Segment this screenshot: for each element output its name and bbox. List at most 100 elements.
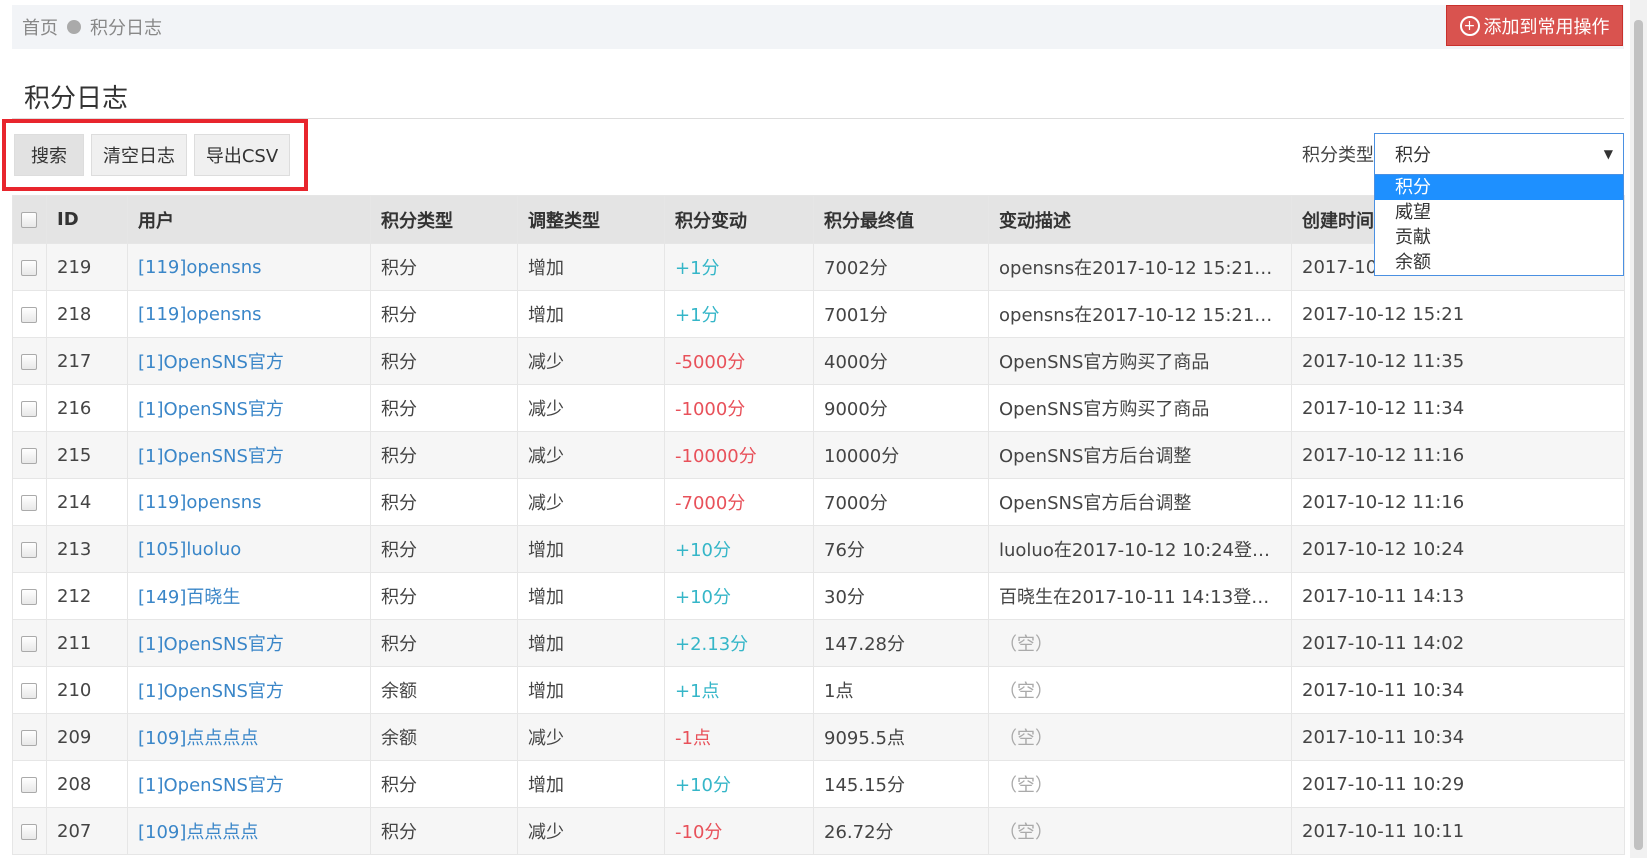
row-select-cell [12, 431, 47, 479]
scrollbar-thumb[interactable] [1634, 20, 1643, 850]
add-to-favorites-label: 添加到常用操作 [1483, 16, 1610, 38]
row-checkbox[interactable] [21, 306, 37, 323]
table-row: 218 [119]opensns 积分 增加 +1分 7001分 opensns在2017-… [12, 290, 1625, 338]
header-user[interactable]: 用户 [127, 195, 371, 244]
cell-score-type: 积分 [370, 243, 518, 291]
user-link[interactable]: [1]OpenSNS官方 [138, 352, 284, 373]
header-final-value[interactable]: 积分最终值 [813, 195, 989, 244]
user-link[interactable]: [109]点点点点 [138, 728, 258, 749]
row-select-cell [12, 760, 47, 808]
cell-user: [105]luoluo [127, 525, 371, 573]
dropdown-option[interactable]: 余额 [1375, 250, 1623, 275]
cell-score-type: 余额 [370, 713, 518, 761]
cell-score-type: 积分 [370, 431, 518, 479]
cell-id: 209 [46, 713, 128, 761]
score-type-label: 积分类型 [1302, 145, 1374, 166]
user-link[interactable]: [1]OpenSNS官方 [138, 681, 284, 702]
cell-score-type: 积分 [370, 384, 518, 432]
vertical-scrollbar[interactable] [1630, 0, 1647, 858]
row-checkbox[interactable] [21, 541, 37, 558]
user-link[interactable]: [1]OpenSNS官方 [138, 399, 284, 420]
export-csv-button[interactable]: 导出CSV [194, 134, 290, 176]
cell-final-value: 1点 [813, 666, 989, 714]
cell-score-type: 积分 [370, 807, 518, 855]
user-link[interactable]: [149]百晓生 [138, 587, 240, 608]
row-checkbox[interactable] [21, 259, 37, 276]
dropdown-option[interactable]: 威望 [1375, 200, 1623, 225]
search-button[interactable]: 搜索 [14, 134, 84, 176]
header-change[interactable]: 积分变动 [664, 195, 814, 244]
cell-adjust-type: 增加 [517, 525, 665, 573]
cell-adjust-type: 增加 [517, 290, 665, 338]
cell-description: （空） [988, 666, 1292, 714]
row-select-cell [12, 619, 47, 667]
user-link[interactable]: [119]opensns [138, 257, 262, 278]
row-checkbox[interactable] [21, 635, 37, 652]
cell-final-value: 7002分 [813, 243, 989, 291]
user-link[interactable]: [1]OpenSNS官方 [138, 446, 284, 467]
cell-description: （空） [988, 713, 1292, 761]
row-checkbox[interactable] [21, 494, 37, 511]
row-checkbox[interactable] [21, 776, 37, 793]
cell-id: 208 [46, 760, 128, 808]
cell-created-time: 2017-10-11 14:13 [1291, 572, 1625, 620]
select-all-checkbox[interactable] [21, 212, 37, 228]
header-description[interactable]: 变动描述 [988, 195, 1292, 244]
row-checkbox[interactable] [21, 400, 37, 417]
cell-created-time: 2017-10-11 10:11 [1291, 807, 1625, 855]
score-type-dropdown: 积分 威望 贡献 余额 [1374, 175, 1624, 276]
cell-score-type: 积分 [370, 478, 518, 526]
cell-final-value: 76分 [813, 525, 989, 573]
dropdown-option[interactable]: 积分 [1375, 175, 1623, 200]
cell-user: [119]opensns [127, 478, 371, 526]
row-checkbox[interactable] [21, 682, 37, 699]
user-link[interactable]: [119]opensns [138, 304, 262, 325]
cell-score-type: 积分 [370, 525, 518, 573]
cell-final-value: 145.15分 [813, 760, 989, 808]
cell-user: [1]OpenSNS官方 [127, 619, 371, 667]
cell-id: 218 [46, 290, 128, 338]
header-id[interactable]: ID [46, 195, 128, 244]
row-checkbox[interactable] [21, 823, 37, 840]
cell-final-value: 30分 [813, 572, 989, 620]
breadcrumb-separator-icon [67, 20, 81, 34]
row-checkbox[interactable] [21, 588, 37, 605]
table-row: 217 [1]OpenSNS官方 积分 减少 -5000分 4000分 OpenSNS官方购… [12, 337, 1625, 385]
cell-change: +1分 [664, 243, 814, 291]
add-to-favorites-button[interactable]: + 添加到常用操作 [1446, 5, 1623, 46]
dropdown-option[interactable]: 贡献 [1375, 225, 1623, 250]
cell-description: （空） [988, 619, 1292, 667]
cell-user: [149]百晓生 [127, 572, 371, 620]
row-select-cell [12, 525, 47, 573]
cell-created-time: 2017-10-11 14:02 [1291, 619, 1625, 667]
cell-user: [1]OpenSNS官方 [127, 337, 371, 385]
table-row: 211 [1]OpenSNS官方 积分 增加 +2.13分 147.28分 （空） 2017-… [12, 619, 1625, 667]
table-row: 210 [1]OpenSNS官方 余额 增加 +1点 1点 （空） 2017-10-11 10… [12, 666, 1625, 714]
cell-created-time: 2017-10-12 11:16 [1291, 478, 1625, 526]
table-row: 214 [119]opensns 积分 减少 -7000分 7000分 OpenSNS官方后… [12, 478, 1625, 526]
clear-log-button[interactable]: 清空日志 [91, 134, 187, 176]
user-link[interactable]: [119]opensns [138, 492, 262, 513]
cell-change: -10分 [664, 807, 814, 855]
score-log-table: ID 用户 积分类型 调整类型 积分变动 积分最终值 变动描述 创建时间 219… [12, 195, 1625, 855]
cell-score-type: 余额 [370, 666, 518, 714]
user-link[interactable]: [1]OpenSNS官方 [138, 775, 284, 796]
cell-description: opensns在2017-10-12 15:21添加了... [988, 243, 1292, 291]
breadcrumb: 首页 积分日志 [12, 5, 1624, 49]
row-checkbox[interactable] [21, 353, 37, 370]
user-link[interactable]: [1]OpenSNS官方 [138, 634, 284, 655]
user-link[interactable]: [109]点点点点 [138, 822, 258, 843]
header-adjust-type[interactable]: 调整类型 [517, 195, 665, 244]
header-score-type[interactable]: 积分类型 [370, 195, 518, 244]
cell-adjust-type: 减少 [517, 478, 665, 526]
score-type-select[interactable]: 积分 ▼ [1374, 133, 1624, 175]
cell-description: OpenSNS官方购买了商品 [988, 337, 1292, 385]
cell-final-value: 7001分 [813, 290, 989, 338]
breadcrumb-home[interactable]: 首页 [22, 14, 58, 40]
cell-created-time: 2017-10-12 11:34 [1291, 384, 1625, 432]
cell-id: 216 [46, 384, 128, 432]
row-checkbox[interactable] [21, 729, 37, 746]
row-checkbox[interactable] [21, 447, 37, 464]
cell-adjust-type: 增加 [517, 666, 665, 714]
user-link[interactable]: [105]luoluo [138, 539, 241, 560]
